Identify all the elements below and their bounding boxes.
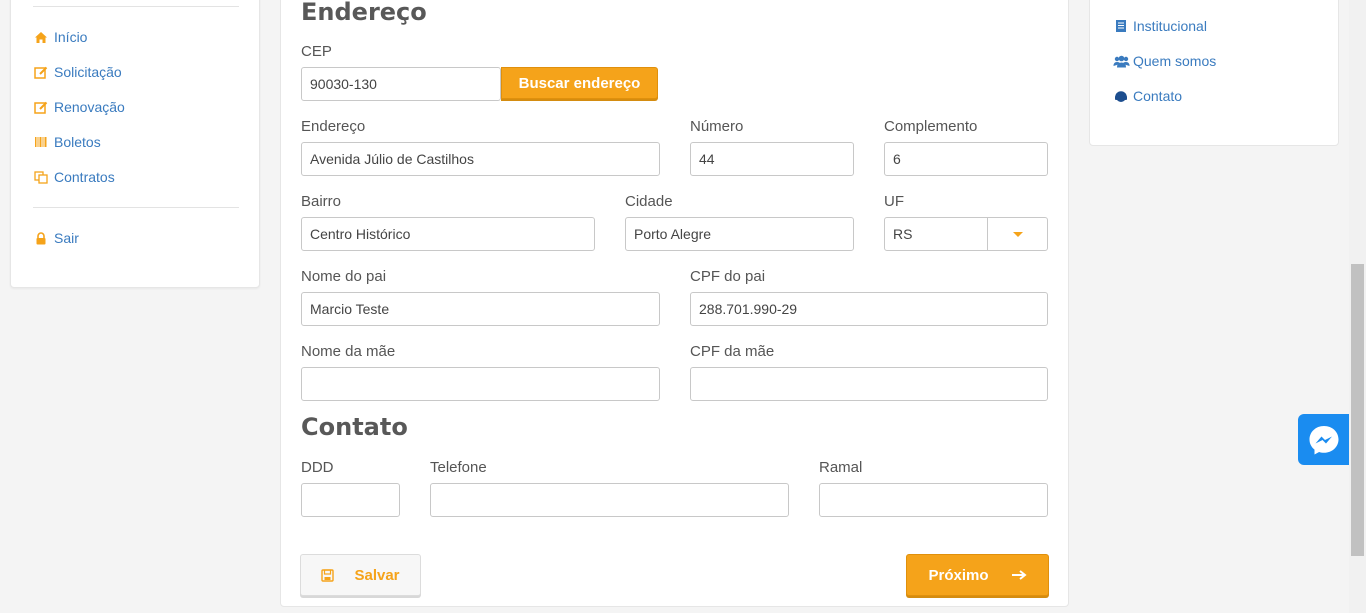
nome-pai-label: Nome do pai	[301, 268, 387, 285]
document-icon	[1112, 19, 1130, 33]
ddd-input[interactable]	[301, 483, 400, 517]
save-button[interactable]: Salvar	[300, 554, 421, 596]
chevron-down-icon[interactable]	[987, 218, 1047, 250]
sidebar-item-label: Sair	[54, 230, 79, 246]
save-button-label: Salvar	[354, 566, 400, 584]
telefone-label: Telefone	[430, 459, 487, 476]
right-item-contato[interactable]: Contato	[1112, 86, 1182, 106]
copy-icon	[33, 170, 49, 184]
bairro-label: Bairro	[301, 193, 342, 210]
divider	[33, 6, 239, 7]
cpf-mae-input[interactable]	[690, 367, 1048, 401]
barcode-icon	[33, 135, 49, 149]
nome-pai-input[interactable]: Marcio Teste	[301, 292, 660, 326]
page-scrollbar[interactable]	[1349, 0, 1366, 613]
cep-label: CEP	[301, 43, 332, 60]
sidebar-item-label: Boletos	[54, 134, 101, 150]
sidebar-item-inicio[interactable]: Início	[33, 27, 87, 47]
right-menu-panel: Institucional Quem somos Contato	[1089, 0, 1339, 146]
messenger-icon	[1307, 423, 1341, 457]
bairro-input[interactable]: Centro Histórico	[301, 217, 595, 251]
form-panel: Endereço CEP 90030-130 Buscar endereço E…	[280, 0, 1069, 607]
messenger-chat-button[interactable]	[1298, 414, 1349, 465]
numero-label: Número	[690, 118, 744, 135]
right-item-label: Institucional	[1133, 18, 1207, 34]
sidebar-item-label: Renovação	[54, 99, 125, 115]
sidebar-item-solicitacao[interactable]: Solicitação	[33, 62, 122, 82]
right-item-label: Quem somos	[1133, 53, 1217, 69]
cidade-input[interactable]: Porto Alegre	[625, 217, 854, 251]
uf-select[interactable]: RS	[884, 217, 1048, 251]
cep-input[interactable]: 90030-130	[301, 67, 501, 101]
next-button-label: Próximo	[928, 566, 989, 584]
cpf-pai-input[interactable]: 288.701.990-29	[690, 292, 1048, 326]
next-button[interactable]: Próximo	[906, 554, 1049, 596]
sidebar-item-label: Solicitação	[54, 64, 122, 80]
complemento-label: Complemento	[884, 118, 978, 135]
sidebar-item-contratos[interactable]: Contratos	[33, 167, 115, 187]
arrow-right-icon	[1011, 570, 1027, 580]
address-section-title: Endereço	[301, 0, 427, 26]
contact-section-title: Contato	[301, 413, 408, 441]
endereco-input[interactable]: Avenida Júlio de Castilhos	[301, 142, 660, 176]
sidebar-item-renovacao[interactable]: Renovação	[33, 97, 125, 117]
nome-mae-label: Nome da mãe	[301, 343, 396, 360]
cpf-pai-label: CPF do pai	[690, 268, 766, 285]
telefone-input[interactable]	[430, 483, 789, 517]
scrollbar-thumb[interactable]	[1351, 264, 1364, 556]
right-item-quem-somos[interactable]: Quem somos	[1112, 51, 1216, 71]
headset-icon	[1112, 89, 1130, 103]
lock-icon	[33, 231, 49, 245]
home-icon	[33, 30, 49, 44]
nome-mae-input[interactable]	[301, 367, 660, 401]
uf-selected-value: RS	[893, 226, 913, 242]
ramal-label: Ramal	[819, 459, 863, 476]
right-item-institucional[interactable]: Institucional	[1112, 16, 1207, 36]
users-icon	[1112, 54, 1130, 68]
ramal-input[interactable]	[819, 483, 1048, 517]
cpf-mae-label: CPF da mãe	[690, 343, 775, 360]
numero-input[interactable]: 44	[690, 142, 854, 176]
sidebar-item-label: Início	[54, 29, 88, 45]
sidebar-item-label: Contratos	[54, 169, 115, 185]
right-item-label: Contato	[1133, 88, 1183, 104]
save-icon	[321, 568, 335, 582]
uf-label: UF	[884, 193, 904, 210]
sidebar-item-boletos[interactable]: Boletos	[33, 132, 101, 152]
divider	[33, 207, 239, 208]
ddd-label: DDD	[301, 459, 334, 476]
sidebar-panel: Início Solicitação Renovação Boletos Con…	[10, 0, 260, 288]
search-address-button[interactable]: Buscar endereço	[501, 67, 658, 99]
cidade-label: Cidade	[625, 193, 673, 210]
endereco-label: Endereço	[301, 118, 366, 135]
sidebar-item-sair[interactable]: Sair	[33, 228, 79, 248]
edit-icon	[33, 100, 49, 114]
complemento-input[interactable]: 6	[884, 142, 1048, 176]
edit-icon	[33, 65, 49, 79]
